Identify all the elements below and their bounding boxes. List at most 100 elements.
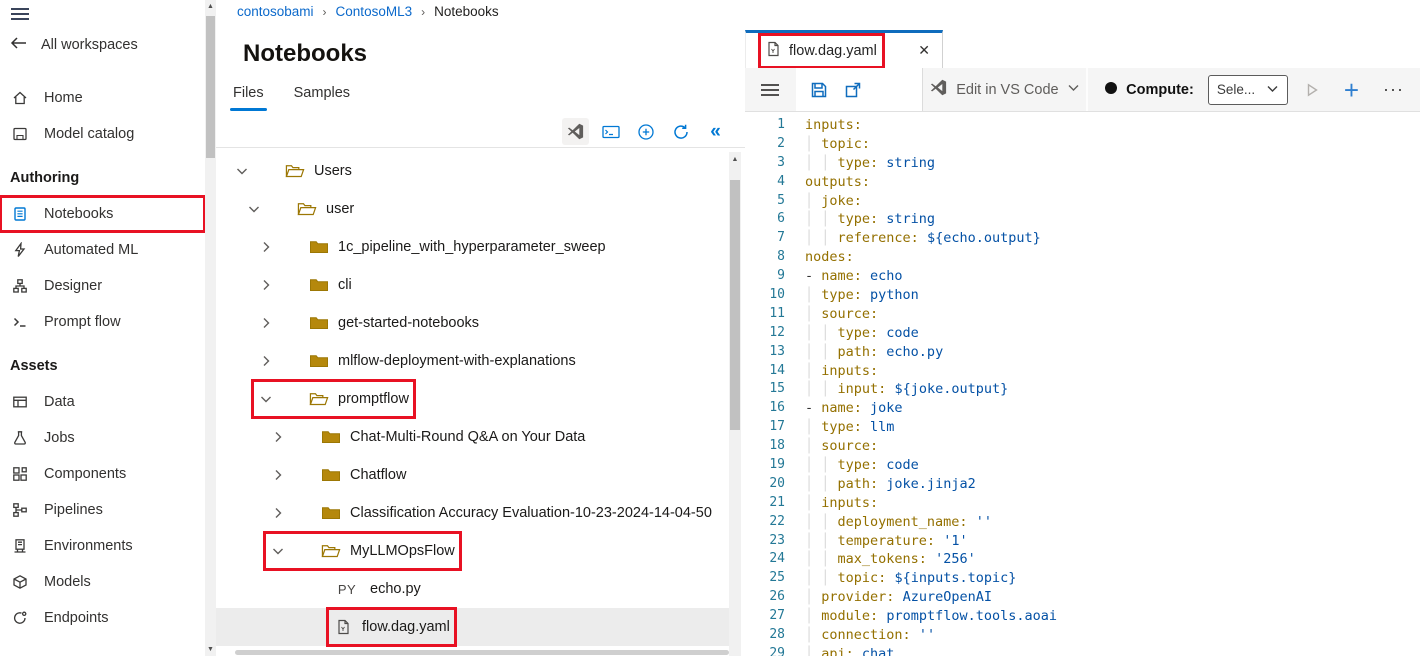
more-options-icon[interactable]: ···	[1383, 79, 1404, 100]
compute-label: Compute:	[1126, 82, 1194, 98]
sidebar-item-environments[interactable]: Environments	[0, 528, 205, 564]
sidebar-item-endpoints[interactable]: Endpoints	[0, 600, 205, 636]
tab-samples[interactable]: Samples	[291, 83, 353, 115]
tree-row-content: MyLLMOpsFlow	[270, 538, 455, 564]
chevron-right-icon[interactable]	[270, 505, 286, 521]
code-line: 25│ │ topic: ${inputs.topic}	[745, 569, 1420, 588]
collapse-double-left-icon[interactable]: «	[702, 118, 729, 145]
tree-row-1c-pipeline-with-hyperparameter-sweep[interactable]: 1c_pipeline_with_hyperparameter_sweep	[216, 228, 729, 266]
code-text: │ │ reference: ${echo.output}	[805, 229, 1041, 248]
close-icon[interactable]: ✕	[918, 42, 930, 59]
sidebar-section-header-authoring: Authoring	[0, 160, 205, 196]
yaml-code-editor[interactable]: 1inputs:2│ topic:3│ │ type: string4outpu…	[745, 112, 1420, 656]
edit-in-vscode-button[interactable]: Edit in VS Code	[922, 68, 1087, 111]
panel-divider	[216, 147, 745, 148]
refresh-icon[interactable]	[667, 118, 694, 145]
tree-row-get-started-notebooks[interactable]: get-started-notebooks	[216, 304, 729, 342]
hamburger-menu-icon[interactable]	[10, 6, 30, 27]
line-number: 13	[745, 343, 785, 362]
yaml-key: source:	[821, 306, 878, 322]
tree-row-chatflow[interactable]: Chatflow	[216, 456, 729, 494]
yaml-value: echo	[870, 268, 903, 284]
tree-row-echo.py[interactable]: PYecho.py	[216, 570, 729, 608]
chevron-down-icon[interactable]	[234, 163, 250, 179]
chevron-right-icon[interactable]	[270, 429, 286, 445]
sidebar-item-prompt-flow[interactable]: Prompt flow	[0, 304, 205, 340]
code-text: - name: echo	[805, 267, 903, 286]
left-sidebar: All workspaces HomeModel catalog Authorin…	[0, 0, 205, 656]
breadcrumb-current-page: Notebooks	[434, 4, 499, 19]
tree-row-promptflow[interactable]: promptflow	[216, 380, 729, 418]
code-text: │ source:	[805, 437, 878, 456]
chevron-down-icon[interactable]	[246, 201, 262, 217]
yaml-key: name:	[821, 400, 862, 416]
code-line: 18│ source:	[745, 437, 1420, 456]
code-line: 14│ inputs:	[745, 362, 1420, 381]
code-text: │ │ type: string	[805, 154, 935, 173]
code-line: 17│ type: llm	[745, 418, 1420, 437]
sidebar-item-pipelines[interactable]: Pipelines	[0, 492, 205, 528]
sidebar-item-notebooks[interactable]: Notebooks	[0, 196, 205, 232]
scrollbar-thumb[interactable]	[730, 180, 740, 430]
tree-row-myllmopsflow[interactable]: MyLLMOpsFlow	[216, 532, 729, 570]
chevron-down-icon	[1067, 81, 1080, 98]
add-circle-icon[interactable]	[632, 118, 659, 145]
sidebar-item-components[interactable]: Components	[0, 456, 205, 492]
terminal-icon[interactable]	[597, 118, 624, 145]
run-icon[interactable]	[1304, 82, 1320, 98]
compute-select-dropdown[interactable]: Sele...	[1208, 75, 1288, 105]
editor-tab-flow-dag-yaml[interactable]: flow.dag.yaml ✕	[745, 30, 943, 68]
indent-guide: │	[805, 646, 821, 656]
code-text: │ │ path: joke.jinja2	[805, 475, 976, 494]
line-number: 1	[745, 116, 785, 135]
breadcrumb-workspace[interactable]: ContosoML3	[336, 4, 413, 19]
indent-guide: │ │	[805, 570, 838, 586]
yaml-value: llm	[870, 419, 894, 435]
chevron-right-icon[interactable]	[258, 315, 274, 331]
code-text: │ │ type: string	[805, 210, 935, 229]
scroll-up-icon[interactable]: ▲	[205, 3, 216, 10]
chevron-right-icon[interactable]	[270, 467, 286, 483]
environments-icon	[11, 538, 29, 554]
sidebar-item-automated-ml[interactable]: Automated ML	[0, 232, 205, 268]
sidebar-item-data[interactable]: Data	[0, 384, 205, 420]
chevron-right-icon[interactable]	[258, 277, 274, 293]
tree-row-cli[interactable]: cli	[216, 266, 729, 304]
add-icon[interactable]: +	[1344, 77, 1359, 103]
sidebar-item-jobs[interactable]: Jobs	[0, 420, 205, 456]
sidebar-item-home[interactable]: Home	[0, 80, 205, 116]
scroll-down-icon[interactable]: ▼	[205, 646, 216, 653]
tree-row-mlflow-deployment-with-explanations[interactable]: mlflow-deployment-with-explanations	[216, 342, 729, 380]
line-number: 26	[745, 588, 785, 607]
chevron-right-icon[interactable]	[258, 353, 274, 369]
tree-row-flow.dag.yaml[interactable]: flow.dag.yaml	[216, 608, 729, 646]
line-number: 27	[745, 607, 785, 626]
chevron-down-icon[interactable]	[258, 391, 274, 407]
tree-row-chat-multi-round-q-a-on-your-data[interactable]: Chat-Multi-Round Q&A on Your Data	[216, 418, 729, 456]
chevron-right-icon[interactable]	[258, 239, 274, 255]
yaml-key: type:	[838, 325, 879, 341]
sidebar-item-models[interactable]: Models	[0, 564, 205, 600]
tree-row-classification-accuracy-evaluation-10-23-2024-14-04-50[interactable]: Classification Accuracy Evaluation-10-23…	[216, 494, 729, 532]
sidebar-item-model-catalog[interactable]: Model catalog	[0, 116, 205, 152]
tree-row-user[interactable]: user	[216, 190, 729, 228]
sidebar-item-label: Prompt flow	[44, 314, 121, 330]
scroll-up-icon[interactable]: ▲	[729, 156, 741, 163]
save-icon[interactable]	[810, 81, 828, 99]
sidebar-nav: HomeModel catalog AuthoringNotebooksAutom…	[0, 80, 205, 636]
sidebar-item-label: Endpoints	[44, 610, 109, 626]
sidebar-item-designer[interactable]: Designer	[0, 268, 205, 304]
file-tree-scrollbar[interactable]: ▲	[729, 152, 741, 656]
yaml-key: deployment_name:	[838, 514, 968, 530]
scrollbar-thumb[interactable]	[206, 16, 215, 158]
tab-files[interactable]: Files	[230, 83, 267, 115]
tree-row-users[interactable]: Users	[216, 152, 729, 190]
breadcrumb-directory[interactable]: contosobami	[237, 4, 314, 19]
sidebar-scrollbar[interactable]: ▲ ▼	[205, 0, 216, 656]
popout-icon[interactable]	[844, 81, 862, 99]
all-workspaces-back[interactable]: All workspaces	[10, 36, 138, 54]
vscode-icon[interactable]	[562, 118, 589, 145]
editor-menu-icon[interactable]	[760, 82, 780, 98]
chevron-down-icon[interactable]	[270, 543, 286, 559]
horizontal-scrollbar-thumb[interactable]	[235, 650, 729, 655]
